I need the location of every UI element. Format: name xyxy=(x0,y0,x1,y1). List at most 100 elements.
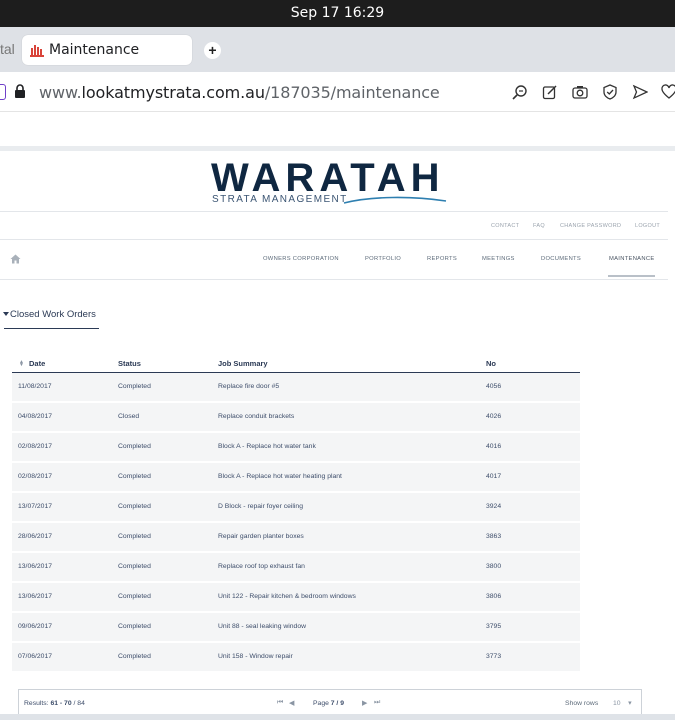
results-label: Results: xyxy=(24,700,49,707)
table-row[interactable]: 13/07/2017 Completed D Block - repair fo… xyxy=(12,493,580,521)
zoom-icon[interactable] xyxy=(512,84,528,100)
cell-status: Completed xyxy=(118,563,151,570)
column-header-job-summary[interactable]: Job Summary xyxy=(218,359,268,368)
table-header: ▲ ▼ Date Status Job Summary No xyxy=(12,357,580,373)
active-tab[interactable]: Maintenance xyxy=(22,35,192,65)
section-toggle-closed-work-orders[interactable]: Closed Work Orders xyxy=(10,309,96,320)
nav-maintenance[interactable]: MAINTENANCE xyxy=(609,256,655,262)
web-page: WARATAH STRATA MANAGEMENT CONTACT FAQ CH… xyxy=(0,113,675,720)
results-summary: Results: 61 - 70 / 84 xyxy=(24,700,85,707)
new-tab-button[interactable]: + xyxy=(204,42,221,59)
address-bar: www.lookatmystrata.com.au/187035/mainten… xyxy=(0,72,675,112)
cell-job-summary: Block A - Replace hot water tank xyxy=(218,443,316,450)
heart-icon[interactable] xyxy=(661,84,675,100)
logo-subtitle: STRATA MANAGEMENT xyxy=(212,194,348,205)
cell-date: 09/06/2017 xyxy=(18,623,53,630)
camera-icon[interactable] xyxy=(572,84,588,100)
cell-job-summary: Block A - Replace hot water heating plan… xyxy=(218,473,342,480)
show-rows-label: Show rows xyxy=(565,700,599,707)
nav-documents[interactable]: DOCUMENTS xyxy=(541,256,581,262)
section-underline xyxy=(4,328,99,329)
cell-date: 02/08/2017 xyxy=(18,443,53,450)
cell-status: Completed xyxy=(118,593,151,600)
cell-date: 13/06/2017 xyxy=(18,593,53,600)
cell-no: 3863 xyxy=(486,533,502,540)
table-row[interactable]: 02/08/2017 Completed Block A - Replace h… xyxy=(12,463,580,491)
util-nav-contact[interactable]: CONTACT xyxy=(491,223,519,229)
page-bottom-border xyxy=(0,714,675,720)
cell-no: 3924 xyxy=(486,503,502,510)
rows-per-page-select[interactable]: 10 ▾ xyxy=(613,699,632,707)
table-row[interactable]: 13/06/2017 Completed Replace roof top ex… xyxy=(12,553,580,581)
page-indicator: Page 7 / 9 xyxy=(313,700,344,707)
cell-no: 4056 xyxy=(486,383,502,390)
cell-job-summary: Replace conduit brackets xyxy=(218,413,295,420)
results-total: / 84 xyxy=(73,700,85,707)
cell-status: Completed xyxy=(118,533,151,540)
cell-status: Completed xyxy=(118,473,151,480)
previous-tab-fragment[interactable]: tal xyxy=(0,41,15,57)
cell-job-summary: Replace fire door #5 xyxy=(218,383,280,390)
nav-reports[interactable]: REPORTS xyxy=(427,256,457,262)
cell-no: 4026 xyxy=(486,413,502,420)
cell-no: 4016 xyxy=(486,443,502,450)
nav-portfolio[interactable]: PORTFOLIO xyxy=(365,256,401,262)
url-prefix: www. xyxy=(39,83,82,102)
cell-date: 11/08/2017 xyxy=(18,383,52,390)
util-nav-logout[interactable]: LOGOUT xyxy=(635,223,660,229)
url-domain: lookatmystrata.com.au xyxy=(81,83,265,102)
collapse-caret-icon[interactable] xyxy=(3,312,9,316)
home-icon[interactable] xyxy=(10,254,21,264)
sidebar-toggle-icon[interactable] xyxy=(0,84,6,100)
table-row[interactable]: 11/08/2017 Completed Replace fire door #… xyxy=(12,373,580,401)
cell-date: 28/06/2017 xyxy=(18,533,53,540)
prev-page-icon[interactable]: ◀ xyxy=(289,699,294,707)
table-row[interactable]: 04/08/2017 Closed Replace conduit bracke… xyxy=(12,403,580,431)
cell-status: Completed xyxy=(118,443,151,450)
nav-owners-corporation[interactable]: OWNERS CORPORATION xyxy=(263,256,339,262)
site-favicon-icon xyxy=(30,45,44,57)
cell-job-summary: Repair garden planter boxes xyxy=(218,533,304,540)
browser-tab-strip: tal Maintenance + xyxy=(0,27,675,72)
column-header-no[interactable]: No xyxy=(486,359,496,368)
lock-icon[interactable] xyxy=(14,84,26,99)
table-row[interactable]: 13/06/2017 Completed Unit 122 - Repair k… xyxy=(12,583,580,611)
system-clock[interactable]: Sep 17 16:29 xyxy=(0,5,675,21)
cell-job-summary: Unit 158 - Window repair xyxy=(218,653,293,660)
table-row[interactable]: 02/08/2017 Completed Block A - Replace h… xyxy=(12,433,580,461)
util-nav-faq[interactable]: FAQ xyxy=(533,223,545,229)
page-label: Page xyxy=(313,700,329,707)
cell-no: 3773 xyxy=(486,653,502,660)
cell-job-summary: D Block - repair foyer ceiling xyxy=(218,503,303,510)
cell-status: Completed xyxy=(118,653,151,660)
url-path: /187035/maintenance xyxy=(264,83,440,102)
cell-no: 3806 xyxy=(486,593,502,600)
shield-icon[interactable] xyxy=(602,84,618,100)
divider xyxy=(0,239,668,240)
nav-meetings[interactable]: MEETINGS xyxy=(482,256,515,262)
cell-date: 04/08/2017 xyxy=(18,413,53,420)
tab-title: Maintenance xyxy=(49,42,140,58)
last-page-icon[interactable]: ⏭ xyxy=(374,699,380,707)
send-icon[interactable] xyxy=(632,84,648,100)
column-header-status[interactable]: Status xyxy=(118,359,141,368)
next-page-icon[interactable]: ▶ xyxy=(362,699,367,707)
sort-icon[interactable]: ▲ ▼ xyxy=(19,360,24,368)
table-row[interactable]: 09/06/2017 Completed Unit 88 - seal leak… xyxy=(12,613,580,641)
first-page-icon[interactable]: ⏮ xyxy=(277,699,283,707)
divider xyxy=(0,211,668,212)
column-header-date[interactable]: Date xyxy=(29,359,45,368)
cell-status: Completed xyxy=(118,623,151,630)
table-pager: Results: 61 - 70 / 84 ⏮ ◀ Page 7 / 9 ▶ ⏭… xyxy=(18,689,642,717)
table-row[interactable]: 07/06/2017 Completed Unit 158 - Window r… xyxy=(12,643,580,671)
active-nav-indicator xyxy=(608,275,655,277)
table-row[interactable]: 28/06/2017 Completed Repair garden plant… xyxy=(12,523,580,551)
util-nav-change-password[interactable]: CHANGE PASSWORD xyxy=(560,223,621,229)
cell-date: 07/06/2017 xyxy=(18,653,53,660)
url-input[interactable]: www.lookatmystrata.com.au/187035/mainten… xyxy=(39,83,440,102)
edit-page-icon[interactable] xyxy=(542,84,558,100)
results-range: 61 - 70 xyxy=(50,700,72,707)
cell-job-summary: Unit 88 - seal leaking window xyxy=(218,623,307,630)
cell-job-summary: Unit 122 - Repair kitchen & bedroom wind… xyxy=(218,593,356,600)
cell-status: Closed xyxy=(118,413,140,420)
